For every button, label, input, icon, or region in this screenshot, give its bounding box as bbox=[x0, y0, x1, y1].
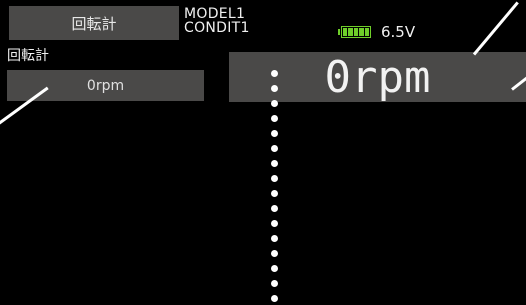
divider-dot bbox=[271, 70, 278, 77]
divider-dot bbox=[271, 265, 278, 272]
divider-dot bbox=[271, 130, 278, 137]
divider-dot bbox=[271, 85, 278, 92]
screen-title-tab[interactable]: 回転計 bbox=[9, 6, 179, 40]
divider-dot bbox=[271, 205, 278, 212]
battery-cell bbox=[348, 28, 353, 36]
battery-body bbox=[341, 26, 371, 38]
model-name: MODEL1 bbox=[184, 6, 246, 22]
divider-dot bbox=[271, 100, 278, 107]
tachometer-label: 回転計 bbox=[7, 48, 49, 64]
battery-cell bbox=[364, 28, 370, 36]
divider-dot bbox=[271, 235, 278, 242]
tachometer-large-value: 0rpm bbox=[324, 51, 431, 103]
divider-dot bbox=[271, 145, 278, 152]
battery-cell bbox=[359, 28, 364, 36]
model-info: MODEL1 CONDIT1 bbox=[184, 7, 250, 35]
divider-dot bbox=[271, 115, 278, 122]
divider-dot bbox=[271, 190, 278, 197]
battery-cell bbox=[343, 28, 348, 36]
callout-line-top-right bbox=[472, 1, 519, 56]
divider-dot bbox=[271, 220, 278, 227]
tachometer-small-value: 0rpm bbox=[86, 77, 125, 94]
divider-dot bbox=[271, 295, 278, 302]
divider-dot bbox=[271, 280, 278, 287]
battery-cell bbox=[353, 28, 359, 36]
dotted-divider bbox=[271, 70, 281, 305]
battery-voltage: 6.5V bbox=[381, 23, 416, 41]
battery-terminal bbox=[338, 29, 340, 35]
screen-title: 回転計 bbox=[71, 14, 117, 33]
divider-dot bbox=[271, 160, 278, 167]
condition-name: CONDIT1 bbox=[184, 20, 250, 36]
battery-icon bbox=[338, 25, 371, 39]
divider-dot bbox=[271, 250, 278, 257]
divider-dot bbox=[271, 175, 278, 182]
